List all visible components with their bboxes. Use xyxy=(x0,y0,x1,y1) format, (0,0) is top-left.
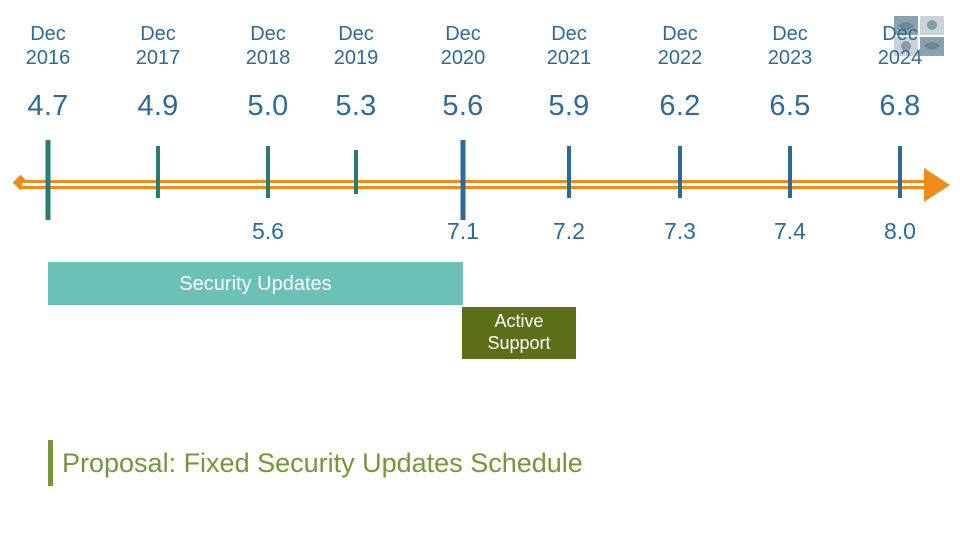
php-version-2022: 7.3 xyxy=(630,218,730,245)
year-label-2024: Dec2024 xyxy=(850,22,950,70)
wp-version-2020: 5.6 xyxy=(413,90,513,123)
wp-version-2018: 5.0 xyxy=(218,90,318,123)
heading-accent xyxy=(48,440,53,486)
wp-version-2017: 4.9 xyxy=(108,90,208,123)
tick-2022 xyxy=(678,146,682,198)
year-label-2019: Dec2019 xyxy=(306,22,406,70)
tick-2023 xyxy=(788,146,792,198)
php-version-2023: 7.4 xyxy=(740,218,840,245)
wp-version-2016: 4.7 xyxy=(0,90,98,123)
tick-2016 xyxy=(46,140,51,220)
tick-2024 xyxy=(898,146,902,198)
year-label-2023: Dec2023 xyxy=(740,22,840,70)
tick-2020 xyxy=(461,140,466,220)
active-support-bar: Active Support xyxy=(462,307,576,359)
wp-version-2022: 6.2 xyxy=(630,90,730,123)
php-version-2021: 7.2 xyxy=(519,218,619,245)
timeline-arrowhead-icon xyxy=(924,168,950,202)
tick-2017 xyxy=(156,146,160,198)
php-version-2018: 5.6 xyxy=(218,218,318,245)
page-title: Proposal: Fixed Security Updates Schedul… xyxy=(62,440,583,486)
active-support-label: Active Support xyxy=(462,311,576,354)
year-label-2017: Dec2017 xyxy=(108,22,208,70)
php-version-2020: 7.1 xyxy=(413,218,513,245)
tick-2021 xyxy=(567,146,571,198)
year-label-2018: Dec2018 xyxy=(218,22,318,70)
year-label-2021: Dec2021 xyxy=(519,22,619,70)
security-updates-bar: Security Updates xyxy=(48,262,463,305)
year-label-2022: Dec2022 xyxy=(630,22,730,70)
wp-version-2021: 5.9 xyxy=(519,90,619,123)
year-label-2020: Dec2020 xyxy=(413,22,513,70)
wp-version-2019: 5.3 xyxy=(306,90,406,123)
wp-version-2024: 6.8 xyxy=(850,90,950,123)
year-label-2016: Dec2016 xyxy=(0,22,98,70)
wp-version-2023: 6.5 xyxy=(740,90,840,123)
php-version-2024: 8.0 xyxy=(850,218,950,245)
tick-2019 xyxy=(354,150,358,194)
tick-2018 xyxy=(266,146,270,198)
